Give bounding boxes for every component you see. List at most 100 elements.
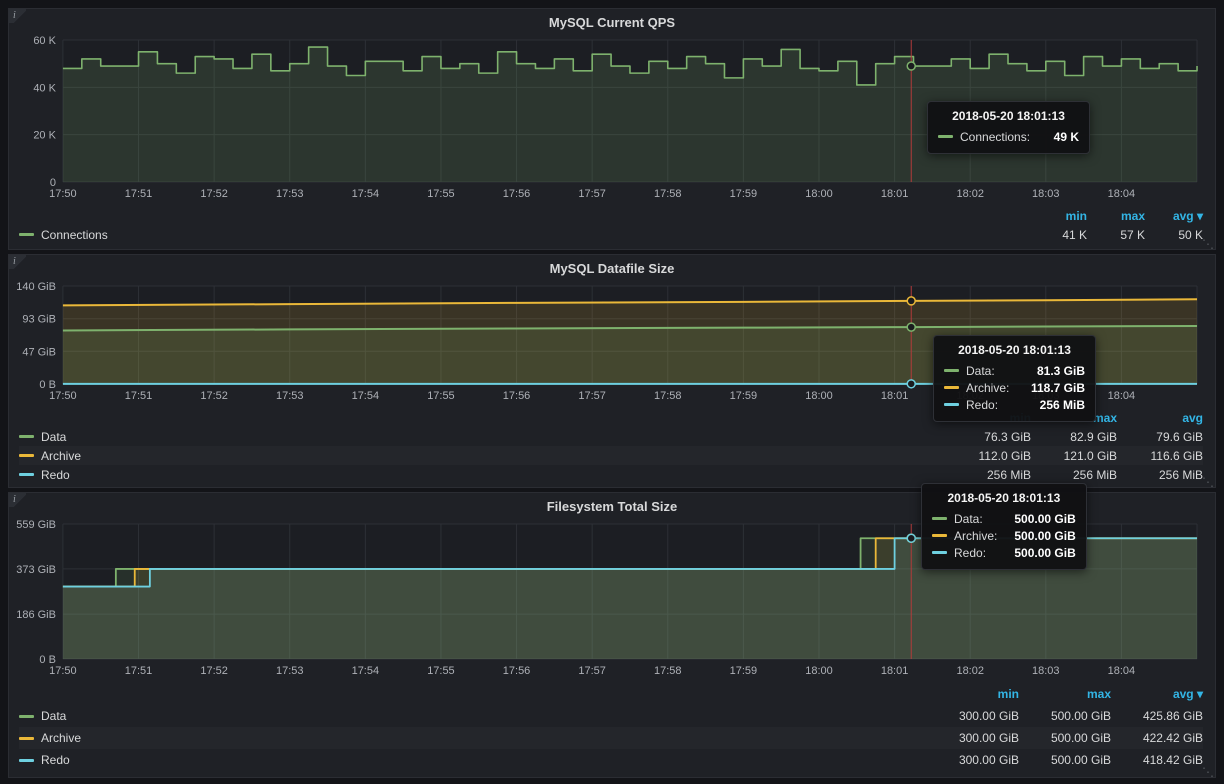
legend-value: 300.00 GiB: [927, 753, 1019, 767]
legend-sort-min[interactable]: min: [927, 687, 1019, 701]
legend-value: 256 MiB: [1031, 468, 1117, 482]
resize-handle-icon[interactable]: ⋱: [1202, 238, 1213, 250]
panel-title[interactable]: MySQL Datafile Size: [13, 255, 1211, 278]
panel-mysql-current-qps: i MySQL Current QPS 17:5017:5117:5217:53…: [8, 8, 1216, 250]
legend-value: 41 K: [1029, 228, 1087, 242]
x-axis-tick-label: 17:51: [125, 665, 152, 677]
legend-series-toggle[interactable]: Archive: [19, 731, 927, 745]
x-axis-tick-label: 18:01: [881, 665, 908, 677]
series-color-icon: [932, 517, 947, 520]
x-axis-tick-label: 17:59: [730, 188, 757, 200]
tooltip-series-row: Connections:49 K: [938, 128, 1079, 145]
legend-sort-avg[interactable]: avg ▾: [1145, 209, 1203, 223]
legend-sort-max[interactable]: max: [1019, 687, 1111, 701]
legend-value: 76.3 GiB: [945, 430, 1031, 444]
x-axis-tick-label: 17:50: [49, 665, 76, 677]
tooltip-series-value: 500.00 GiB: [1004, 546, 1075, 560]
x-axis-tick-label: 17:53: [276, 390, 303, 402]
tooltip-series-row: Archive: 500.00 GiB: [932, 527, 1076, 544]
legend-series-toggle[interactable]: Archive: [19, 449, 945, 463]
x-axis-tick-label: 17:58: [654, 665, 681, 677]
legend-sort-min[interactable]: min: [1029, 209, 1087, 223]
legend-series-toggle[interactable]: Redo: [19, 753, 927, 767]
x-axis-tick-label: 17:59: [730, 390, 757, 402]
x-axis-tick-label: 17:52: [200, 665, 227, 677]
x-axis-tick-label: 17:53: [276, 665, 303, 677]
filesystem-legend: minmaxavg ▾Data300.00 GiB500.00 GiB425.8…: [13, 681, 1211, 773]
x-axis-tick-label: 17:59: [730, 665, 757, 677]
tooltip-series-row: Redo: 500.00 GiB: [932, 544, 1076, 561]
legend-value: 500.00 GiB: [1019, 709, 1111, 723]
panel-info-icon[interactable]: i: [9, 9, 26, 23]
y-axis-tick-label: 186 GiB: [16, 609, 56, 621]
legend-sort-avg[interactable]: avg: [1117, 411, 1203, 425]
tooltip-series-value: 81.3 GiB: [1027, 364, 1085, 378]
y-axis-tick-label: 0: [50, 177, 56, 189]
tooltip-series-value: 500.00 GiB: [1004, 529, 1075, 543]
legend-value: 121.0 GiB: [1031, 449, 1117, 463]
legend-value: 425.86 GiB: [1111, 709, 1203, 723]
legend-row: Data76.3 GiB82.9 GiB79.6 GiB: [19, 427, 1203, 446]
legend-value: 500.00 GiB: [1019, 753, 1111, 767]
legend-series-toggle[interactable]: Redo: [19, 468, 945, 482]
x-axis-tick-label: 17:51: [125, 390, 152, 402]
x-axis-tick-label: 17:57: [578, 390, 605, 402]
legend-header-row: minmaxavg ▾: [19, 683, 1203, 705]
y-axis-tick-label: 0 B: [39, 654, 55, 666]
series-color-icon: [19, 435, 34, 438]
y-axis-tick-label: 60 K: [33, 35, 56, 47]
tooltip-series-row: Archive:118.7 GiB: [944, 379, 1085, 396]
legend-row: Archive112.0 GiB121.0 GiB116.6 GiB: [19, 446, 1203, 465]
x-axis-tick-label: 18:04: [1108, 665, 1135, 677]
resize-handle-icon[interactable]: ⋱: [1202, 766, 1213, 778]
x-axis-tick-label: 17:52: [200, 188, 227, 200]
legend-sort-max[interactable]: max: [1087, 209, 1145, 223]
tooltip-timestamp: 2018-05-20 18:01:13: [932, 491, 1076, 505]
x-axis-tick-label: 18:02: [956, 188, 983, 200]
series-color-icon: [938, 135, 953, 138]
panel-info-icon[interactable]: i: [9, 493, 26, 507]
legend-series-toggle[interactable]: Data: [19, 709, 927, 723]
x-axis-tick-label: 17:55: [427, 188, 454, 200]
x-axis-tick-label: 17:54: [352, 665, 379, 677]
legend-value: 418.42 GiB: [1111, 753, 1203, 767]
panel-info-icon[interactable]: i: [9, 255, 26, 269]
x-axis-tick-label: 17:55: [427, 665, 454, 677]
chart-tooltip: 2018-05-20 18:01:13Connections:49 K: [927, 101, 1090, 154]
y-axis-tick-label: 373 GiB: [16, 564, 56, 576]
legend-row: Data300.00 GiB500.00 GiB425.86 GiB: [19, 705, 1203, 727]
tooltip-series-name: Archive:: [954, 529, 997, 543]
hover-point-icon: [907, 380, 915, 388]
legend-series-toggle[interactable]: Data: [19, 430, 945, 444]
series-color-icon: [19, 737, 34, 740]
panel-filesystem-total-size: i Filesystem Total Size 17:5017:5117:521…: [8, 492, 1216, 778]
x-axis-tick-label: 17:56: [503, 188, 530, 200]
legend-series-toggle[interactable]: Connections: [19, 228, 1029, 242]
x-axis-tick-label: 18:00: [805, 390, 832, 402]
y-axis-tick-label: 40 K: [33, 82, 56, 94]
resize-handle-icon[interactable]: ⋱: [1202, 476, 1213, 488]
x-axis-tick-label: 17:54: [352, 390, 379, 402]
tooltip-series-row: Data:81.3 GiB: [944, 362, 1085, 379]
x-axis-tick-label: 18:03: [1032, 188, 1059, 200]
tooltip-series-name: Redo:: [954, 546, 986, 560]
x-axis-tick-label: 18:01: [881, 188, 908, 200]
x-axis-tick-label: 17:56: [503, 390, 530, 402]
x-axis-tick-label: 18:04: [1108, 188, 1135, 200]
legend-value: 500.00 GiB: [1019, 731, 1111, 745]
x-axis-tick-label: 17:56: [503, 665, 530, 677]
series-color-icon: [932, 551, 947, 554]
y-axis-tick-label: 140 GiB: [16, 281, 56, 293]
panel-title[interactable]: MySQL Current QPS: [13, 9, 1211, 32]
tooltip-series-name: Data:: [954, 512, 983, 526]
legend-value: 422.42 GiB: [1111, 731, 1203, 745]
x-axis-tick-label: 17:50: [49, 390, 76, 402]
hover-point-icon: [907, 62, 915, 70]
qps-legend: minmaxavg ▾Connections41 K57 K50 K: [13, 204, 1211, 246]
series-color-icon: [944, 386, 959, 389]
legend-sort-avg[interactable]: avg ▾: [1111, 687, 1203, 701]
x-axis-tick-label: 17:52: [200, 390, 227, 402]
series-color-icon: [19, 715, 34, 718]
x-axis-tick-label: 18:01: [881, 390, 908, 402]
x-axis-tick-label: 17:58: [654, 390, 681, 402]
